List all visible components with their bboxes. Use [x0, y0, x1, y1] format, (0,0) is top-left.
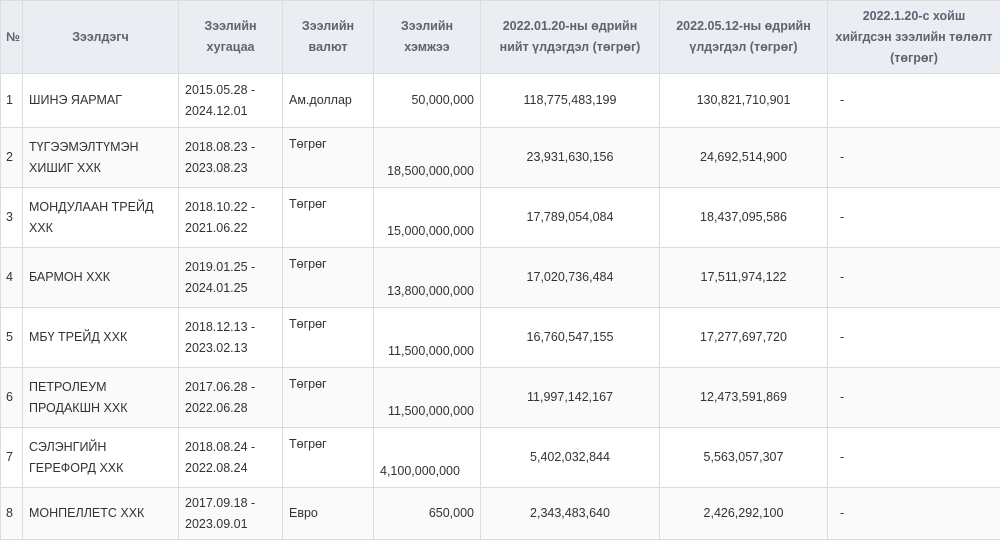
cell-repayment: -: [828, 428, 1000, 488]
header-term: Зээлийн хугацаа: [179, 1, 283, 74]
cell-currency: Төгрөг: [283, 428, 374, 488]
cell-borrower: МОНДУЛААН ТРЕЙД ХХК: [23, 188, 179, 248]
cell-amount: 4,100,000,000: [374, 428, 481, 488]
cell-repayment: -: [828, 74, 1000, 128]
cell-term: 2015.05.28 - 2024.12.01: [179, 74, 283, 128]
cell-balance-jan: 118,775,483,199: [481, 74, 660, 128]
cell-term: 2017.06.28 - 2022.06.28: [179, 368, 283, 428]
header-balance-jan: 2022.01.20-ны өдрийн нийт үлдэгдэл (төгр…: [481, 1, 660, 74]
cell-borrower: ПЕТРОЛЕУМ ПРОДАКШН ХХК: [23, 368, 179, 428]
header-repayment: 2022.1.20-с хойш хийгдсэн зээлийн төлөлт…: [828, 1, 1000, 74]
cell-balance-may: 17,511,974,122: [660, 248, 828, 308]
table-row: 6 ПЕТРОЛЕУМ ПРОДАКШН ХХК 2017.06.28 - 20…: [1, 368, 1000, 428]
cell-term: 2018.08.24 - 2022.08.24: [179, 428, 283, 488]
cell-term: 2018.10.22 - 2021.06.22: [179, 188, 283, 248]
cell-no: 3: [1, 188, 23, 248]
cell-balance-may: 130,821,710,901: [660, 74, 828, 128]
cell-balance-jan: 2,343,483,640: [481, 488, 660, 540]
cell-amount: 650,000: [374, 488, 481, 540]
cell-currency: Төгрөг: [283, 248, 374, 308]
cell-borrower: МБҮ ТРЕЙД ХХК: [23, 308, 179, 368]
cell-balance-may: 18,437,095,586: [660, 188, 828, 248]
table-row: 7 СЭЛЭНГИЙН ГЕРЕФОРД ХХК 2018.08.24 - 20…: [1, 428, 1000, 488]
cell-amount: 13,800,000,000: [374, 248, 481, 308]
cell-borrower: СЭЛЭНГИЙН ГЕРЕФОРД ХХК: [23, 428, 179, 488]
table-row: 8 МОНПЕЛЛЕТС ХХК 2017.09.18 - 2023.09.01…: [1, 488, 1000, 540]
cell-repayment: -: [828, 188, 1000, 248]
cell-currency: Төгрөг: [283, 308, 374, 368]
cell-no: 7: [1, 428, 23, 488]
cell-balance-may: 24,692,514,900: [660, 128, 828, 188]
cell-amount: 15,000,000,000: [374, 188, 481, 248]
header-row: № Зээлдэгч Зээлийн хугацаа Зээлийн валют…: [1, 1, 1000, 74]
cell-currency: Төгрөг: [283, 368, 374, 428]
table-row: 4 БАРМОН ХХК 2019.01.25 - 2024.01.25 Төг…: [1, 248, 1000, 308]
cell-term: 2019.01.25 - 2024.01.25: [179, 248, 283, 308]
cell-repayment: -: [828, 308, 1000, 368]
table-row: 1 ШИНЭ ЯАРМАГ 2015.05.28 - 2024.12.01 Ам…: [1, 74, 1000, 128]
cell-repayment: -: [828, 128, 1000, 188]
cell-term: 2018.08.23 - 2023.08.23: [179, 128, 283, 188]
header-balance-may: 2022.05.12-ны өдрийн үлдэгдэл (төгрөг): [660, 1, 828, 74]
table-row: 2 ТҮГЭЭМЭЛТҮМЭН ХИШИГ ХХК 2018.08.23 - 2…: [1, 128, 1000, 188]
cell-amount: 50,000,000: [374, 74, 481, 128]
loan-table: № Зээлдэгч Зээлийн хугацаа Зээлийн валют…: [0, 0, 1000, 540]
cell-balance-may: 2,426,292,100: [660, 488, 828, 540]
cell-currency: Төгрөг: [283, 188, 374, 248]
cell-no: 4: [1, 248, 23, 308]
cell-balance-may: 12,473,591,869: [660, 368, 828, 428]
cell-balance-may: 5,563,057,307: [660, 428, 828, 488]
header-no: №: [1, 1, 23, 74]
cell-balance-jan: 16,760,547,155: [481, 308, 660, 368]
cell-no: 8: [1, 488, 23, 540]
cell-borrower: ТҮГЭЭМЭЛТҮМЭН ХИШИГ ХХК: [23, 128, 179, 188]
cell-borrower: БАРМОН ХХК: [23, 248, 179, 308]
cell-borrower: ШИНЭ ЯАРМАГ: [23, 74, 179, 128]
cell-amount: 11,500,000,000: [374, 368, 481, 428]
cell-borrower: МОНПЕЛЛЕТС ХХК: [23, 488, 179, 540]
header-currency: Зээлийн валют: [283, 1, 374, 74]
cell-amount: 18,500,000,000: [374, 128, 481, 188]
table-row: 5 МБҮ ТРЕЙД ХХК 2018.12.13 - 2023.02.13 …: [1, 308, 1000, 368]
cell-balance-jan: 23,931,630,156: [481, 128, 660, 188]
cell-repayment: -: [828, 488, 1000, 540]
cell-balance-jan: 17,020,736,484: [481, 248, 660, 308]
cell-balance-jan: 11,997,142,167: [481, 368, 660, 428]
cell-amount: 11,500,000,000: [374, 308, 481, 368]
cell-no: 6: [1, 368, 23, 428]
cell-repayment: -: [828, 368, 1000, 428]
cell-no: 1: [1, 74, 23, 128]
cell-balance-jan: 5,402,032,844: [481, 428, 660, 488]
table-row: 3 МОНДУЛААН ТРЕЙД ХХК 2018.10.22 - 2021.…: [1, 188, 1000, 248]
cell-term: 2018.12.13 - 2023.02.13: [179, 308, 283, 368]
cell-balance-may: 17,277,697,720: [660, 308, 828, 368]
cell-term: 2017.09.18 - 2023.09.01: [179, 488, 283, 540]
cell-repayment: -: [828, 248, 1000, 308]
cell-no: 5: [1, 308, 23, 368]
cell-currency: Төгрөг: [283, 128, 374, 188]
header-borrower: Зээлдэгч: [23, 1, 179, 74]
cell-currency: Ам.доллар: [283, 74, 374, 128]
cell-balance-jan: 17,789,054,084: [481, 188, 660, 248]
cell-currency: Евро: [283, 488, 374, 540]
cell-no: 2: [1, 128, 23, 188]
header-amount: Зээлийн хэмжээ: [374, 1, 481, 74]
